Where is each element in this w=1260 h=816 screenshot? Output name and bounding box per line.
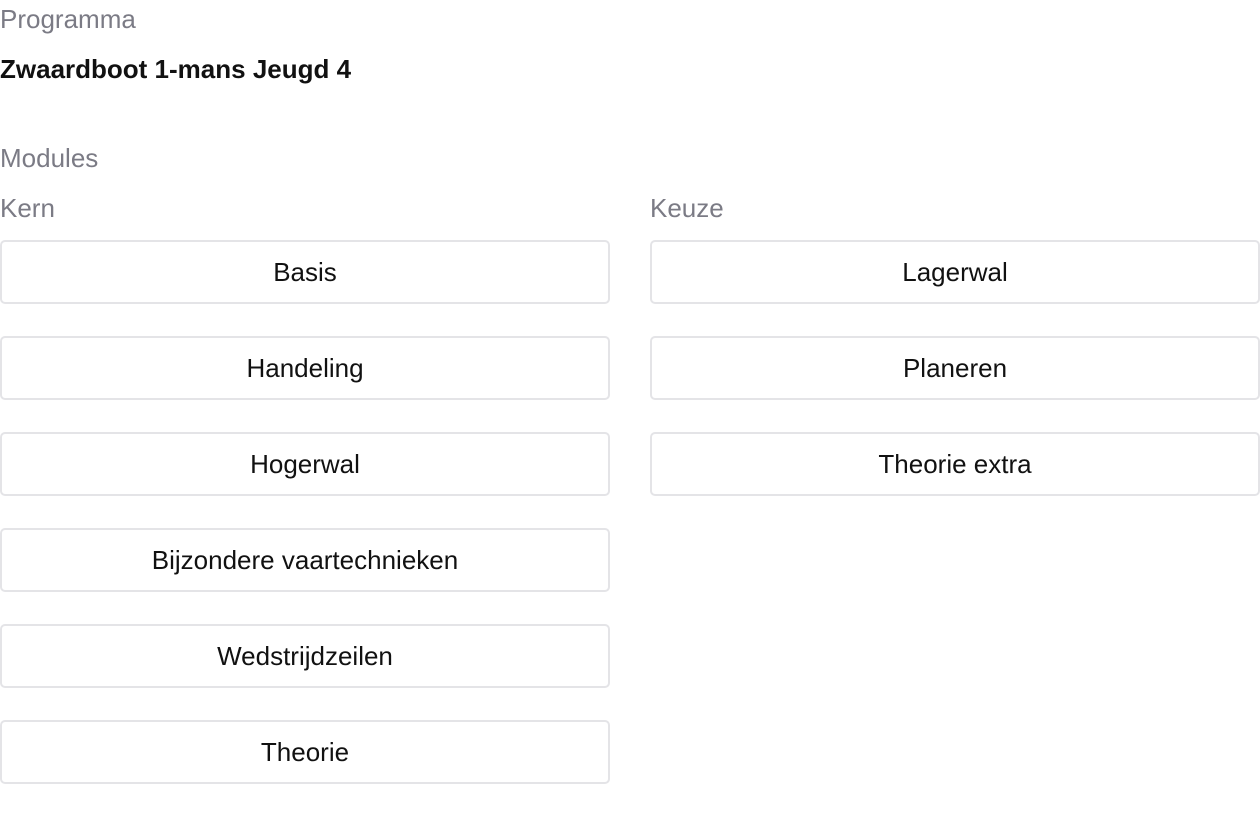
kern-module-list: Basis Handeling Hogerwal Bijzondere vaar…: [0, 240, 610, 784]
module-bijzondere-vaartechnieken[interactable]: Bijzondere vaartechnieken: [0, 528, 610, 592]
kern-label: Kern: [0, 193, 55, 223]
program-label: Programma: [0, 4, 136, 34]
keuze-label: Keuze: [650, 193, 724, 223]
module-basis[interactable]: Basis: [0, 240, 610, 304]
module-hogerwal[interactable]: Hogerwal: [0, 432, 610, 496]
module-lagerwal[interactable]: Lagerwal: [650, 240, 1260, 304]
module-handeling[interactable]: Handeling: [0, 336, 610, 400]
keuze-modules-column: Keuze Lagerwal Planeren Theorie extra: [650, 193, 1260, 528]
program-name: Zwaardboot 1-mans Jeugd 4: [0, 54, 352, 84]
keuze-module-list: Lagerwal Planeren Theorie extra: [650, 240, 1260, 496]
kern-modules-column: Kern Basis Handeling Hogerwal Bijzondere…: [0, 193, 610, 816]
module-theorie-extra[interactable]: Theorie extra: [650, 432, 1260, 496]
module-planeren[interactable]: Planeren: [650, 336, 1260, 400]
module-theorie[interactable]: Theorie: [0, 720, 610, 784]
modules-label: Modules: [0, 143, 99, 173]
module-wedstrijdzeilen[interactable]: Wedstrijdzeilen: [0, 624, 610, 688]
